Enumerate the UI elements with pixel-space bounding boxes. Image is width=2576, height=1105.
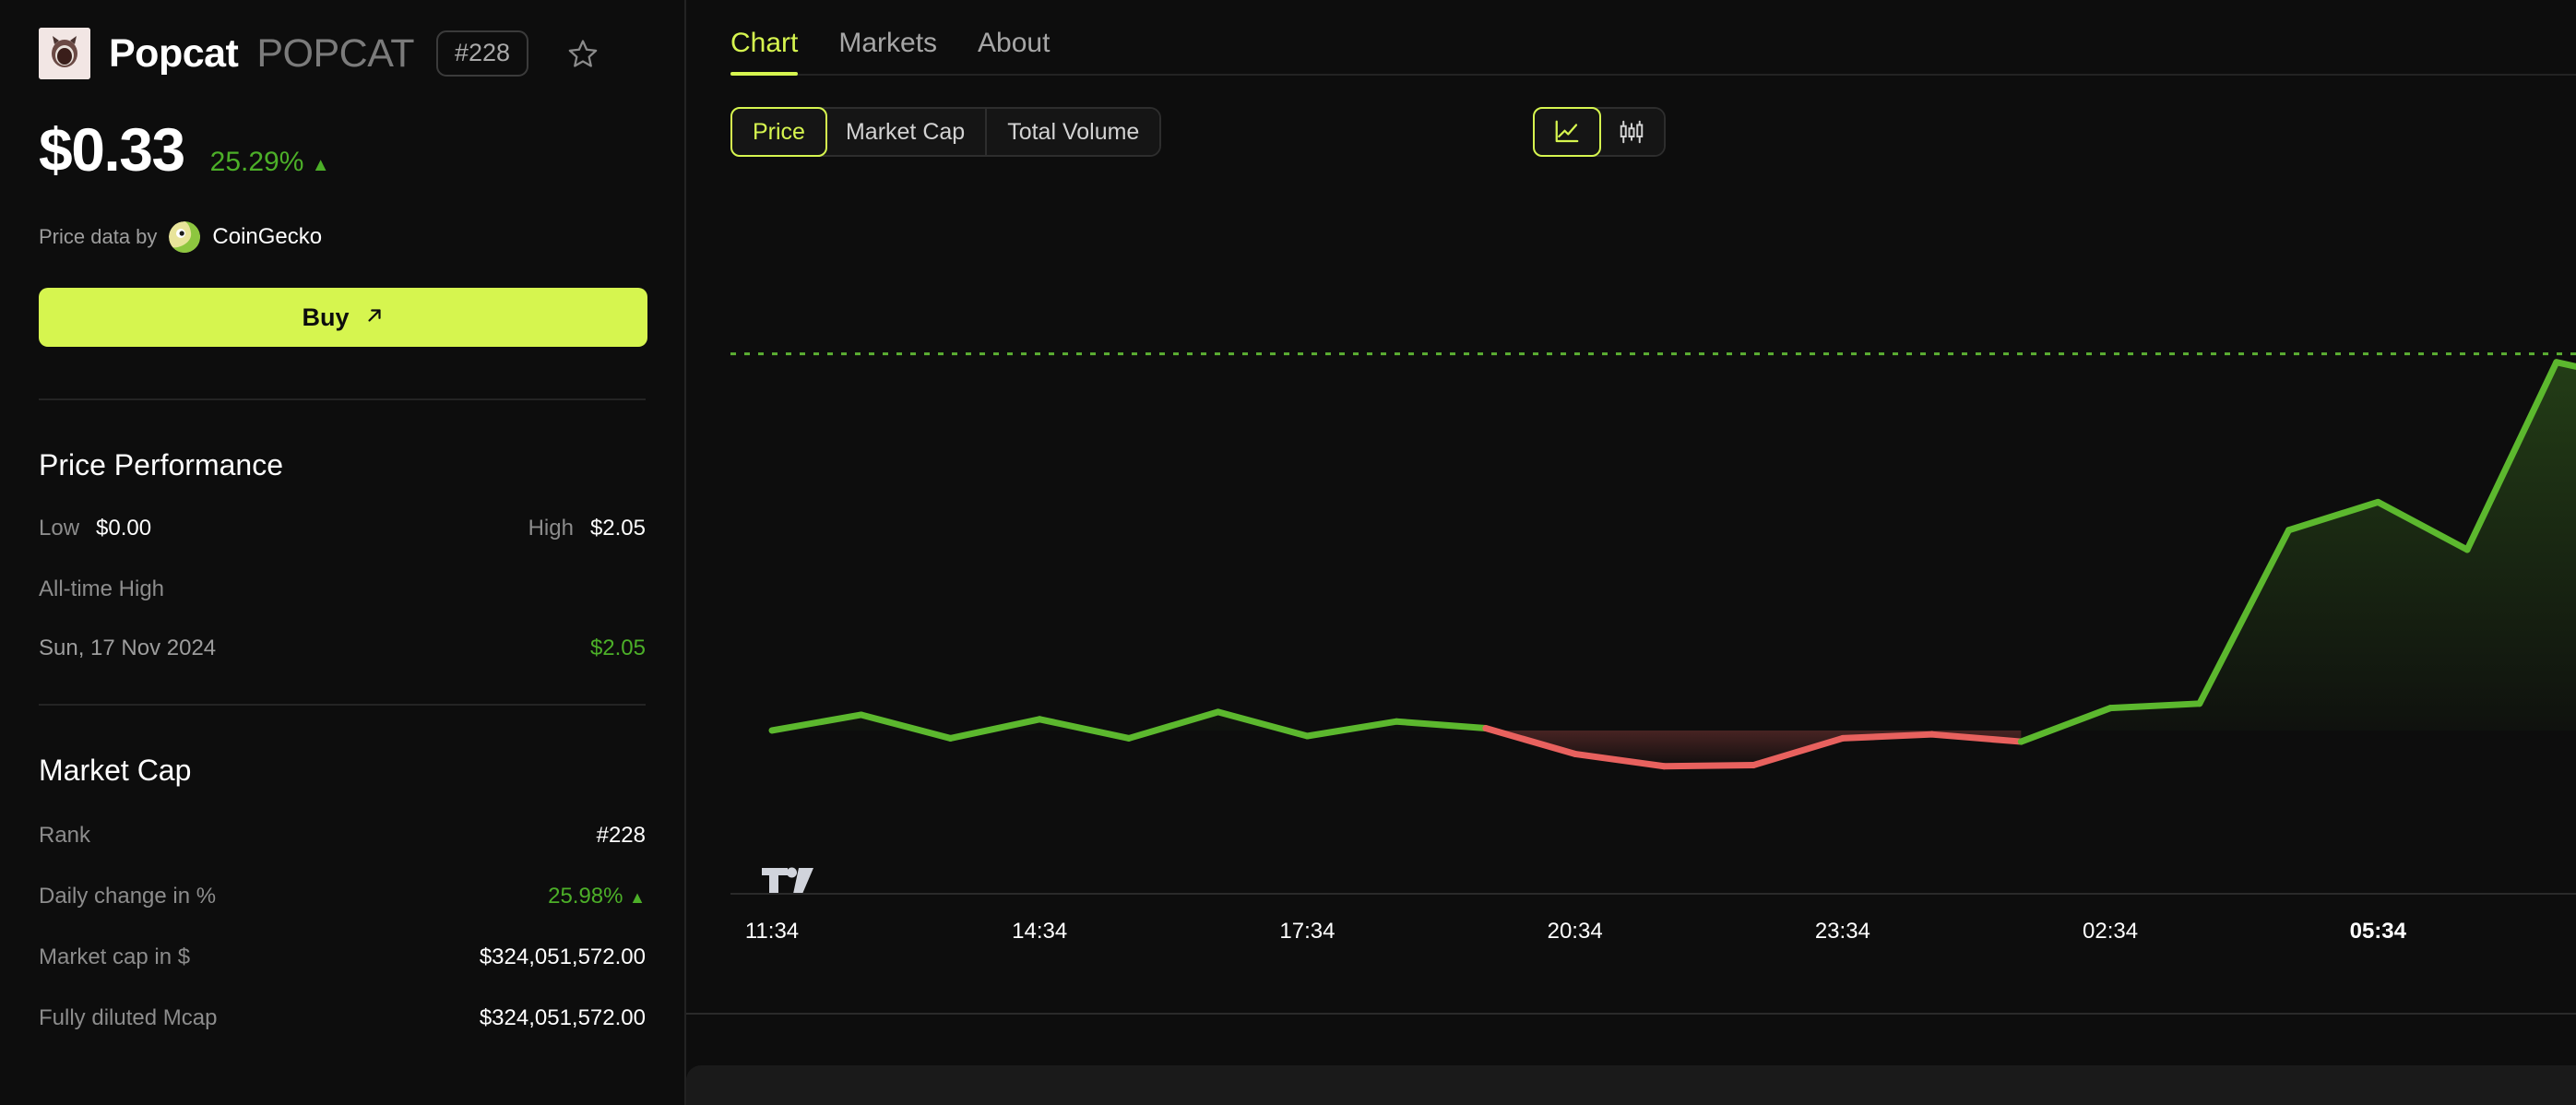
all-time-high-value: $2.05 xyxy=(589,636,646,660)
all-time-high-label: All-time High xyxy=(39,576,165,601)
star-icon[interactable] xyxy=(567,38,599,69)
table-row: Daily change in % 25.98% ▲ xyxy=(39,884,646,909)
all-time-high-date: Sun, 17 Nov 2024 xyxy=(39,636,217,660)
table-row: Market cap in $ $324,051,572.00 xyxy=(39,945,646,970)
daily-change-value: 25.98% xyxy=(548,884,623,909)
candlestick-chart-icon[interactable] xyxy=(1599,109,1664,155)
tab-chart[interactable]: Chart xyxy=(730,28,799,76)
table-row: Fully diluted Mcap $324,051,572.00 xyxy=(39,1005,646,1031)
market-cap-row-label: Market cap in $ xyxy=(39,945,191,969)
x-axis-tick: 14:34 xyxy=(1012,919,1068,944)
all-time-high-row: Sun, 17 Nov 2024 $2.05 xyxy=(39,636,646,661)
coin-sidebar: Popcat POPCAT #228 $0.33 25.29% ▲ Price … xyxy=(0,0,686,1105)
price-attribution: Price data by CoinGecko xyxy=(39,221,646,253)
popcat-icon xyxy=(39,28,90,79)
rank-badge: #228 xyxy=(436,30,529,77)
coin-name: Popcat xyxy=(109,30,239,76)
x-axis: 11:3414:3417:3420:3423:3402:3405:3408:34 xyxy=(730,919,2576,965)
lower-section-panel xyxy=(686,1065,2576,1105)
sidebar-divider-2 xyxy=(39,704,646,706)
buy-button-label: Buy xyxy=(302,303,350,331)
daily-change-arrow-icon: ▲ xyxy=(629,888,646,907)
price-change-value: 25.29% xyxy=(209,147,304,177)
metric-toggle-group: Price Market Cap Total Volume xyxy=(730,107,1162,157)
price-chart[interactable]: $0.35$0.34$0.33$0.32$0.31$0.30$0.29$0.28… xyxy=(730,194,2576,959)
attribution-label: Price data by xyxy=(39,225,158,248)
x-axis-tick: 11:34 xyxy=(744,919,800,944)
price-performance-title: Price Performance xyxy=(39,448,283,481)
metric-option-price[interactable]: Price xyxy=(730,107,827,157)
price-change-pct: 25.29% ▲ xyxy=(210,147,330,178)
market-cap-row-value: 25.98% ▲ xyxy=(548,884,646,909)
price-row: $0.33 25.29% ▲ xyxy=(39,114,646,184)
attribution-provider: CoinGecko xyxy=(212,224,323,249)
metric-option-total-volume[interactable]: Total Volume xyxy=(987,109,1160,155)
market-cap-row-label: Rank xyxy=(39,823,91,848)
chart-plot-area[interactable] xyxy=(730,194,2576,895)
market-cap-row-label: Daily change in % xyxy=(39,884,217,909)
market-cap-row-value: $324,051,572.00 xyxy=(479,945,646,969)
market-cap-row-label: Fully diluted Mcap xyxy=(39,1005,218,1030)
low-label: Low xyxy=(39,516,80,541)
coin-symbol: POPCAT xyxy=(256,30,414,76)
tab-markets[interactable]: Markets xyxy=(838,28,937,76)
high-value: $2.05 xyxy=(589,516,646,541)
chart-controls: Price Market Cap Total Volume xyxy=(730,107,2576,157)
chart-svg xyxy=(730,352,2576,770)
metric-option-market-cap[interactable]: Market Cap xyxy=(825,109,988,155)
x-axis-tick: 05:34 xyxy=(2349,919,2406,944)
table-row: Rank #228 xyxy=(39,823,646,849)
arrow-up-right-icon xyxy=(364,303,385,332)
chart-type-toggle-group xyxy=(1533,107,1666,157)
price-change-arrow-icon: ▲ xyxy=(311,155,330,175)
line-chart-icon[interactable] xyxy=(1533,107,1601,157)
coingecko-icon xyxy=(169,221,201,253)
market-cap-title: Market Cap xyxy=(39,754,192,787)
current-price: $0.33 xyxy=(39,115,185,184)
price-performance-lowhigh-row: Low $0.00 High $2.05 xyxy=(39,516,646,541)
x-axis-tick: 02:34 xyxy=(2083,919,2139,944)
buy-button[interactable]: Buy xyxy=(39,288,647,347)
x-axis-tick: 17:34 xyxy=(1279,919,1335,944)
chart-baseline xyxy=(730,893,2576,895)
page-root: Popcat POPCAT #228 $0.33 25.29% ▲ Price … xyxy=(0,0,2576,1105)
x-axis-tick: 20:34 xyxy=(1547,919,1603,944)
main-tabs: Chart Markets About xyxy=(730,0,2576,76)
high-label: High xyxy=(528,516,574,541)
tradingview-logo xyxy=(760,864,817,902)
market-cap-row-value: $324,051,572.00 xyxy=(479,1005,646,1030)
low-value: $0.00 xyxy=(96,516,152,541)
tab-about[interactable]: About xyxy=(978,28,1050,76)
main-content: Chart Markets About Price Market Cap Tot… xyxy=(686,0,2576,1105)
sidebar-divider xyxy=(39,398,646,400)
coin-header: Popcat POPCAT #228 xyxy=(39,0,646,79)
section-divider xyxy=(686,1013,2576,1015)
x-axis-tick: 23:34 xyxy=(1814,919,1870,944)
market-cap-row-value: #228 xyxy=(596,823,646,848)
